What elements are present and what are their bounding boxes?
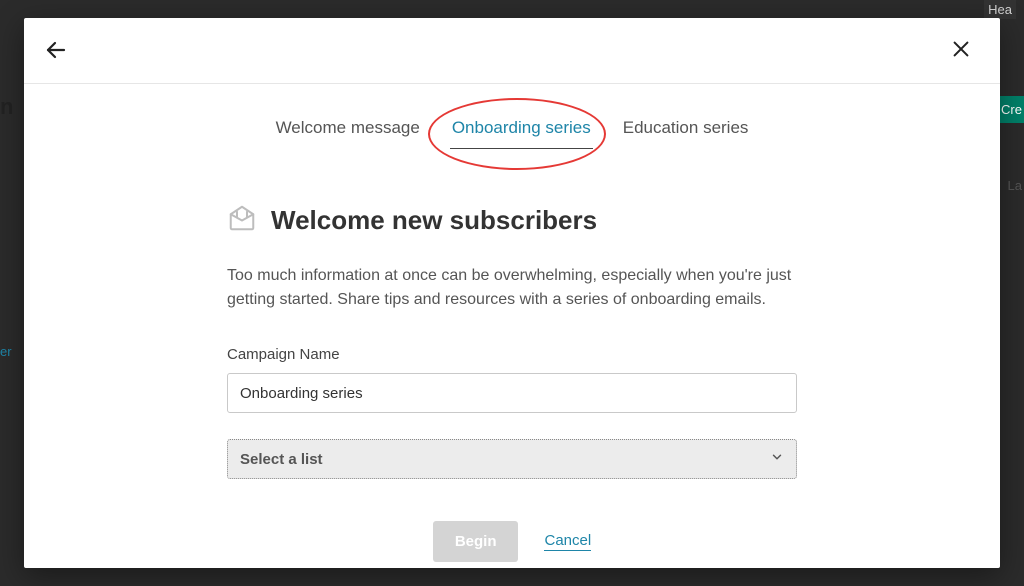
envelope-open-icon [227, 203, 257, 238]
modal-content: Welcome new subscribers Too much informa… [227, 203, 797, 562]
bg-text-fragment: Hea [984, 0, 1016, 19]
description-text: Too much information at once can be over… [227, 264, 797, 312]
back-button[interactable] [44, 38, 72, 66]
bg-text-fragment: n [0, 94, 13, 120]
cancel-link[interactable]: Cancel [544, 532, 591, 551]
select-list-dropdown[interactable]: Select a list [227, 439, 797, 479]
heading-row: Welcome new subscribers [227, 203, 797, 238]
tab-education-series[interactable]: Education series [621, 114, 751, 149]
modal-header [24, 18, 1000, 84]
page-title: Welcome new subscribers [271, 205, 597, 236]
bg-text-fragment: La [1008, 178, 1022, 193]
modal-dialog: Welcome message Onboarding series Educat… [24, 18, 1000, 568]
close-icon [950, 38, 972, 60]
chevron-down-icon [770, 450, 784, 468]
tab-welcome-message[interactable]: Welcome message [274, 114, 422, 149]
campaign-name-label: Campaign Name [227, 346, 797, 363]
tabs: Welcome message Onboarding series Educat… [24, 114, 1000, 149]
campaign-name-input[interactable] [227, 373, 797, 413]
close-button[interactable] [950, 38, 978, 66]
bg-text-fragment: Cre [999, 96, 1024, 123]
begin-button[interactable]: Begin [433, 521, 519, 562]
tab-onboarding-series[interactable]: Onboarding series [450, 114, 593, 149]
select-placeholder: Select a list [240, 451, 323, 468]
bg-text-fragment: er [0, 344, 12, 359]
arrow-left-icon [44, 38, 68, 62]
action-row: Begin Cancel [227, 521, 797, 562]
